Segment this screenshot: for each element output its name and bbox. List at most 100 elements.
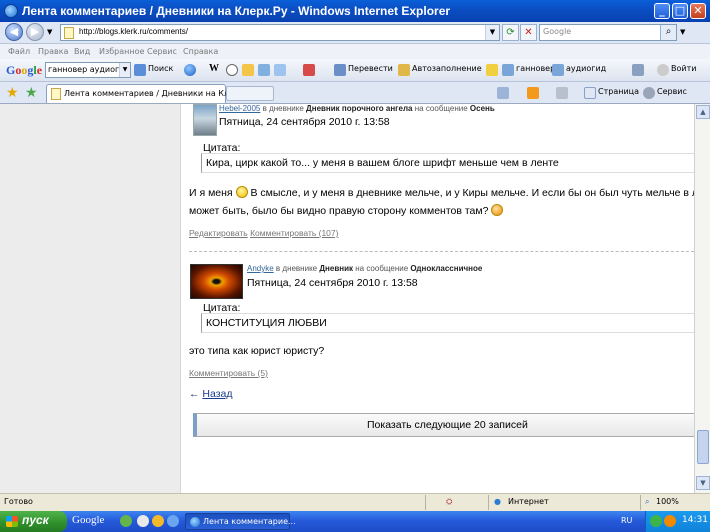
history-dropdown-icon[interactable]: ▼ [47, 28, 52, 36]
autofill-button[interactable]: Автозаполнение [412, 64, 482, 73]
url-field[interactable]: http://blogs.klerk.ru/comments/ ▼ [60, 24, 500, 41]
favorites-star-icon[interactable]: ★ [6, 85, 19, 101]
translate-icon[interactable] [334, 64, 346, 76]
page-icon [64, 27, 74, 39]
menu-file[interactable]: Файл [8, 47, 30, 56]
scroll-up-icon[interactable]: ▲ [696, 105, 710, 119]
close-button[interactable]: ✕ [690, 3, 706, 19]
calendar-icon[interactable] [258, 64, 270, 76]
zoom-icon[interactable]: ⌕ [645, 497, 649, 507]
rss-icon[interactable] [527, 87, 539, 99]
quote-block: КОНСТИТУЦИЯ ЛЮБВИ [201, 313, 694, 333]
scroll-down-icon[interactable]: ▼ [696, 476, 710, 490]
forward-button[interactable]: ▶ [26, 23, 44, 41]
google-search-icon[interactable] [134, 64, 146, 76]
back-link[interactable]: ← Назад [189, 388, 233, 400]
blocker-icon[interactable] [226, 64, 238, 76]
wikipedia-icon[interactable]: W [209, 63, 219, 74]
tray-icon[interactable] [650, 515, 662, 527]
translate-button[interactable]: Перевести [348, 64, 393, 73]
scroll-thumb[interactable] [697, 430, 709, 464]
edit-link[interactable]: Редактировать [189, 228, 248, 238]
refresh-icon[interactable]: ⟳ [502, 24, 519, 41]
term-audioguide[interactable]: аудиогид [566, 64, 606, 73]
search-input[interactable]: Google ⌕ [539, 24, 677, 41]
minimize-button[interactable]: _ [654, 3, 670, 19]
avatar[interactable] [193, 104, 217, 136]
page-icon[interactable] [584, 87, 596, 99]
quicklaunch-icon[interactable] [152, 515, 164, 527]
quicklaunch-icon[interactable] [120, 515, 132, 527]
maximize-button[interactable]: □ [672, 3, 688, 19]
autofill-icon[interactable] [398, 64, 410, 76]
menu-edit[interactable]: Правка [38, 47, 68, 56]
back-button[interactable]: ◀ [5, 23, 23, 41]
url-text: http://blogs.klerk.ru/comments/ [79, 27, 188, 36]
tab-bar: ★ ★ Лента комментариев / Дневники на Кле… [0, 82, 710, 104]
google-logo: Google [6, 63, 43, 77]
comment-author-link[interactable]: Andyke [247, 264, 274, 273]
quicklaunch-icon[interactable] [137, 515, 149, 527]
url-dropdown-icon[interactable]: ▼ [485, 25, 499, 40]
start-label: пуск [22, 513, 49, 527]
vertical-scrollbar[interactable]: ▲ ▼ [694, 104, 710, 493]
comment-link[interactable]: Комментировать (107) [250, 228, 338, 238]
avatar[interactable] [190, 264, 243, 299]
account-icon[interactable] [657, 64, 669, 76]
share-icon[interactable] [274, 64, 286, 76]
tools-icon[interactable] [643, 87, 655, 99]
search-icon[interactable]: ⌕ [660, 25, 676, 40]
term-search-icon-2[interactable] [552, 64, 564, 76]
zoom-level[interactable]: 100% [656, 497, 679, 506]
new-tab-button[interactable] [226, 86, 274, 101]
add-favorites-icon[interactable]: ★ [25, 85, 38, 101]
login-button[interactable]: Войти [671, 64, 696, 73]
show-more-label: Показать следующие 20 записей [367, 419, 528, 431]
comment-link[interactable]: Комментировать (5) [189, 368, 268, 378]
language-indicator[interactable]: RU [621, 516, 632, 525]
tools-menu[interactable]: Сервис [657, 87, 687, 96]
google-search-input[interactable]: ганновер аудиогид ▼ [45, 62, 131, 78]
search-options-icon[interactable]: ▼ [680, 28, 685, 36]
pencil-icon[interactable] [486, 64, 498, 76]
google-search-button[interactable]: Поиск [148, 64, 173, 73]
diary-link[interactable]: Дневник [319, 264, 353, 273]
taskbar: пуск Google Лента комментарие... RU 14:3… [0, 511, 710, 532]
post-link[interactable]: Осень [470, 104, 495, 113]
diary-link[interactable]: Дневник порочного ангела [306, 104, 412, 113]
start-button[interactable]: пуск [0, 511, 67, 532]
menu-favorites[interactable]: Избранное [99, 47, 144, 56]
taskbar-window-button[interactable]: Лента комментарие... [185, 513, 296, 530]
highlight-icon[interactable] [303, 64, 315, 76]
menu-tools[interactable]: Сервис [147, 47, 177, 56]
stop-icon[interactable]: ✕ [520, 24, 537, 41]
page-content: Hebel-2005 в дневнике Дневник порочного … [0, 104, 694, 493]
windows-flag-icon [6, 516, 18, 527]
show-more-button[interactable]: Показать следующие 20 записей [193, 413, 694, 437]
print-icon[interactable] [556, 87, 568, 99]
comment-author-link[interactable]: Hebel-2005 [219, 104, 260, 113]
taskbar-window-label: Лента комментарие... [203, 517, 296, 526]
status-bar: Готово ⛭ ● Интернет ⌕ 100% [0, 493, 710, 511]
comment-meta: Andyke в дневнике Дневник на сообщение О… [247, 264, 483, 273]
quicklaunch-icon[interactable] [167, 515, 179, 527]
google-deskbar[interactable]: Google [72, 514, 114, 529]
google-query: ганновер аудиогид [48, 65, 130, 74]
home-icon[interactable] [497, 87, 509, 99]
title-bar: Лента комментариев / Дневники на Клерк.Р… [0, 0, 710, 22]
globe-icon[interactable] [184, 64, 196, 76]
page-menu[interactable]: Страница [598, 87, 639, 96]
menu-view[interactable]: Вид [74, 47, 90, 56]
comment-separator [189, 251, 694, 252]
term-search-icon[interactable] [502, 64, 514, 76]
tray-icon[interactable] [664, 515, 676, 527]
google-query-dropdown-icon[interactable]: ▼ [119, 63, 130, 77]
menu-help[interactable]: Справка [183, 47, 218, 56]
wrench-icon[interactable] [632, 64, 644, 76]
tab-active[interactable]: Лента комментариев / Дневники на Клерк.Р… [46, 84, 256, 103]
smile-icon [235, 186, 248, 198]
post-link[interactable]: Одноклассничное [410, 264, 482, 273]
term-ganover[interactable]: ганновер [516, 64, 555, 73]
google-toolbar: Google ганновер аудиогид ▼ Поиск W Перев… [0, 59, 710, 82]
bookmark-icon[interactable] [242, 64, 254, 76]
